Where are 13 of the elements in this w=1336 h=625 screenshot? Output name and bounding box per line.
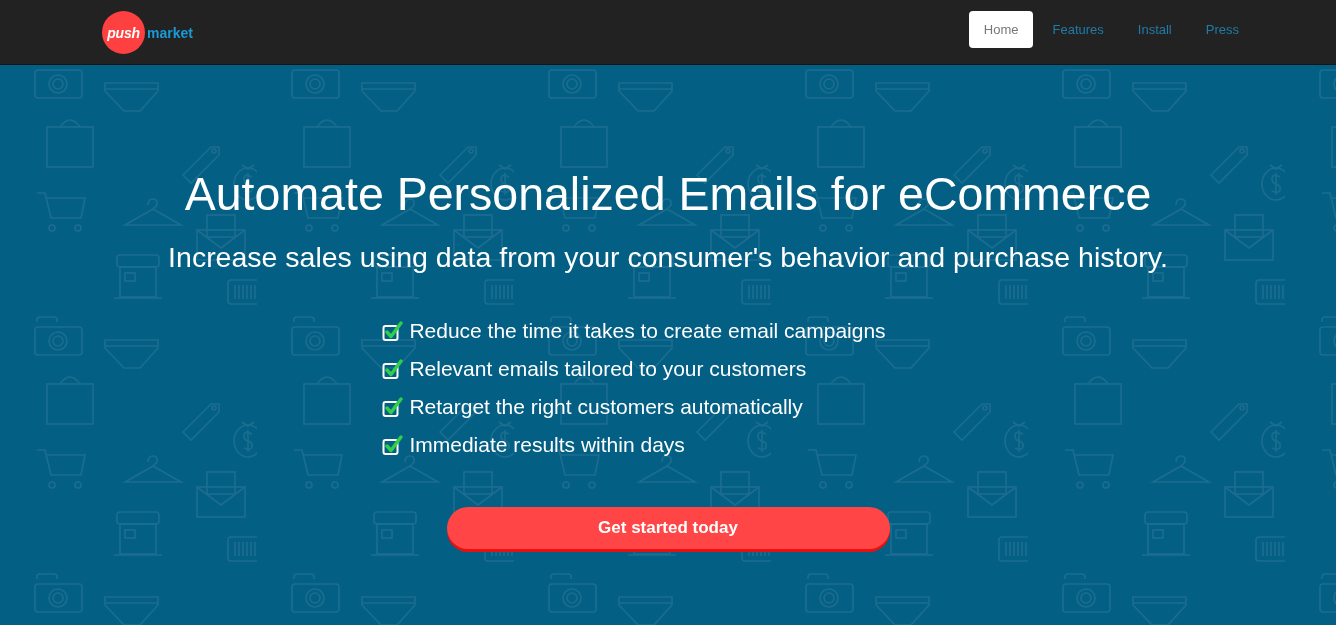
logo-badge[interactable]: push <box>102 11 145 54</box>
benefit-text: Relevant emails tailored to your customers <box>409 357 807 381</box>
benefit-text: Reduce the time it takes to create email campaigns <box>409 319 886 343</box>
nav-link[interactable]: Install <box>1122 10 1187 48</box>
nav-link[interactable]: Press <box>1190 10 1254 48</box>
hero-subtitle: Increase sales using data from your consumer's behavior and purchase history. <box>168 240 1168 274</box>
benefit-text: Immediate results within days <box>409 433 685 457</box>
benefit-text: Retarget the right customers automatically <box>409 395 803 419</box>
nav-link[interactable]: Features <box>1037 10 1119 48</box>
get-started-button[interactable]: Get started today <box>446 507 890 549</box>
hero-title: Automate Personalized Emails for eCommerce <box>184 167 1152 222</box>
nav-link[interactable]: Home <box>968 10 1034 48</box>
logo-wordmark[interactable]: market <box>147 24 193 41</box>
